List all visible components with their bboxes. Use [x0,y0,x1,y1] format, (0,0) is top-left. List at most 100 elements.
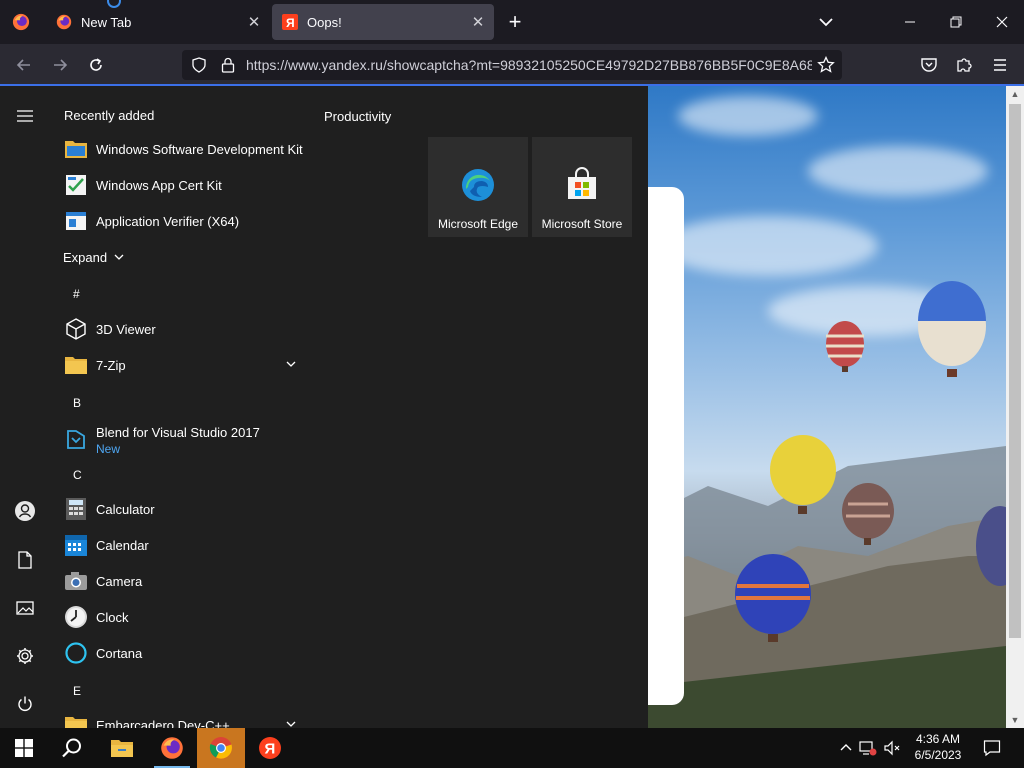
reload-button[interactable] [82,52,110,78]
yandex-icon: Я [282,14,298,30]
restore-button[interactable] [933,0,979,44]
balloon [826,321,864,372]
app-label: 7-Zip [96,357,126,373]
volume-muted-icon [884,740,900,756]
tracking-protection-button[interactable] [184,57,214,73]
scroll-thumb[interactable] [1009,104,1021,638]
taskbar-clock[interactable]: 4:36 AM 6/5/2023 [910,731,966,763]
app-camera[interactable]: Camera [50,563,308,599]
new-badge: New [96,441,121,456]
app-clock[interactable]: Clock [50,599,308,635]
app-embarcadero-dev-cpp[interactable]: Embarcadero Dev-C++ [50,707,308,728]
tab-new-tab[interactable]: New Tab ✕ [44,0,270,44]
pocket-button[interactable] [915,52,943,78]
app-7-zip[interactable]: 7-Zip [50,347,308,383]
start-menu-expand-button[interactable] [13,104,37,128]
app-label: Clock [96,609,129,625]
firefox-view-button[interactable] [0,0,42,44]
captcha-card-edge [648,187,684,705]
taskbar-chrome[interactable] [197,728,245,768]
close-window-button[interactable] [979,0,1024,44]
documents-button[interactable] [13,548,37,572]
power-icon [18,696,32,711]
group-letter[interactable]: # [73,287,80,301]
back-button[interactable] [10,52,38,78]
app-windows-sdk[interactable]: Windows Software Development Kit [50,131,308,167]
account-button[interactable] [13,499,37,523]
expand-label: Expand [63,249,108,265]
tile-microsoft-store[interactable]: Microsoft Store [532,137,632,237]
group-letter[interactable]: C [73,468,82,482]
clock-icon [63,604,89,630]
firefox-icon [56,14,72,30]
app-list: Recently added Windows Software Developm… [50,86,310,728]
network-button[interactable] [856,740,880,756]
taskbar-yandex[interactable]: Я [246,728,294,768]
taskbar: Я 4:36 AM 6/5/2023 [0,728,1024,768]
tile-microsoft-edge[interactable]: Microsoft Edge [428,137,528,237]
settings-button[interactable] [13,644,37,668]
start-button[interactable] [0,728,48,768]
close-tab-button[interactable]: ✕ [468,12,488,32]
app-windows-app-cert-kit[interactable]: Windows App Cert Kit [50,167,308,203]
expand-button[interactable]: Expand [50,239,130,275]
bookmark-button[interactable] [814,54,838,76]
taskbar-firefox[interactable] [148,728,196,768]
arrow-right-icon [54,59,68,71]
calendar-icon [63,532,89,558]
productivity-group-heading[interactable]: Productivity [324,109,391,124]
app-label: Blend for Visual Studio 2017 New [96,425,260,456]
scroll-up-button[interactable]: ▲ [1006,86,1024,102]
volume-button[interactable] [880,740,904,756]
balloon [918,281,986,377]
chevron-down-icon[interactable] [284,357,298,371]
app-blend-vs2017[interactable]: Blend for Visual Studio 2017 New [50,419,308,461]
app-label: Camera [96,573,143,589]
search-icon [62,738,81,758]
close-tab-button[interactable]: ✕ [244,12,264,32]
site-info-button[interactable] [214,57,242,73]
app-menu-button[interactable] [986,52,1014,78]
new-tab-button[interactable]: + [503,9,527,34]
app-calendar[interactable]: Calendar [50,527,308,563]
action-center-button[interactable] [980,736,1004,760]
shield-icon [192,57,206,73]
search-button[interactable] [48,728,96,768]
calculator-icon [63,496,89,522]
balloon-landscape [648,281,1006,728]
power-button[interactable] [13,692,37,716]
group-letter[interactable]: B [73,396,81,410]
notification-icon [983,740,1001,757]
start-rail [0,86,50,728]
blend-icon [63,427,89,453]
app-label: Calculator [96,501,155,517]
navigation-toolbar: https://www.yandex.ru/showcaptcha?mt=989… [0,44,1024,86]
chevron-down-icon[interactable] [284,717,298,728]
show-hidden-icons-button[interactable] [836,741,856,755]
chrome-icon [209,737,232,759]
app-application-verifier[interactable]: Application Verifier (X64) [50,203,308,239]
user-icon [15,501,35,521]
app-label: Embarcadero Dev-C++ [96,717,230,729]
url-text[interactable]: https://www.yandex.ru/showcaptcha?mt=989… [246,57,812,73]
gear-icon [17,648,33,664]
tab-oops[interactable]: Я Oops! ✕ [272,4,494,40]
app-verifier-icon [63,208,89,234]
cube-icon [63,316,89,342]
svg-text:Я: Я [265,741,276,758]
group-letter[interactable]: E [73,684,81,698]
extensions-button[interactable] [950,52,978,78]
list-all-tabs-button[interactable] [815,11,837,33]
minimize-button[interactable] [887,0,933,44]
app-cortana[interactable]: Cortana [50,635,308,671]
forward-button[interactable] [46,52,74,78]
pocket-icon [921,58,937,72]
taskbar-file-explorer[interactable] [98,728,146,768]
pictures-button[interactable] [13,596,37,620]
camera-icon [63,568,89,594]
url-bar[interactable]: https://www.yandex.ru/showcaptcha?mt=989… [182,50,842,80]
app-calculator[interactable]: Calculator [50,491,308,527]
scroll-down-button[interactable]: ▼ [1006,712,1024,728]
app-3d-viewer[interactable]: 3D Viewer [50,311,308,347]
yandex-icon: Я [259,737,281,759]
